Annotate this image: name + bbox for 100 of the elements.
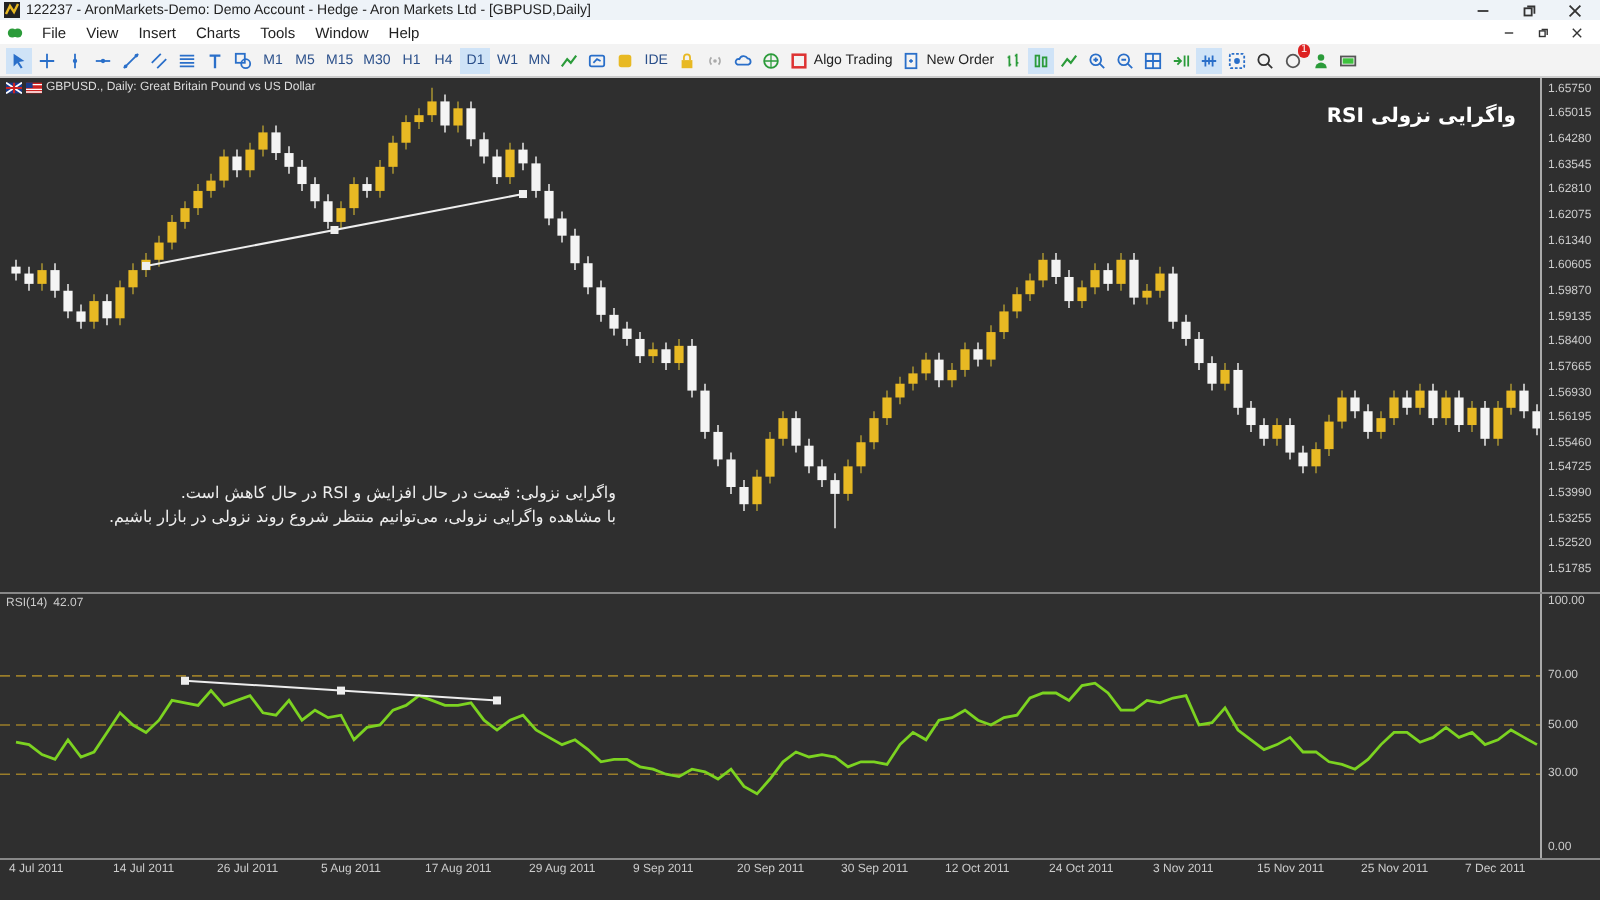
candlestick (1298, 444, 1308, 475)
screenshot-button[interactable] (1224, 47, 1251, 73)
auto-scroll-button[interactable] (1196, 47, 1223, 73)
candlestick (1116, 251, 1126, 292)
candlestick (1337, 389, 1347, 430)
candlestick (778, 410, 788, 447)
candlestick (154, 234, 164, 268)
candlestick (505, 141, 515, 186)
candlestick (648, 341, 658, 365)
candlestick (1272, 417, 1282, 447)
candlestick (11, 258, 21, 282)
candles-button[interactable] (1028, 47, 1055, 73)
candlestick (973, 341, 983, 368)
candlestick (492, 148, 502, 186)
candlestick (1454, 389, 1464, 433)
candlestick (232, 148, 242, 179)
shapes-icon (234, 51, 252, 69)
candlestick (1311, 441, 1321, 475)
close-icon[interactable] (1570, 25, 1584, 39)
candlestick (1415, 382, 1425, 416)
candlestick (63, 282, 73, 320)
grid-icon (1144, 51, 1163, 69)
candlestick (895, 375, 905, 406)
candlestick (1025, 272, 1035, 303)
crosshair-icon (38, 51, 56, 69)
globe-button[interactable] (757, 47, 784, 73)
candlestick (466, 100, 476, 148)
candles-icon (1032, 51, 1051, 69)
candlestick (1467, 399, 1477, 433)
candlestick (50, 262, 60, 299)
candlestick (219, 148, 229, 189)
channel-icon (150, 51, 168, 69)
candlestick (596, 279, 606, 323)
candlestick (934, 351, 944, 389)
candlestick (908, 365, 918, 392)
candlestick (661, 341, 671, 371)
candlestick (921, 351, 931, 382)
candlestick (635, 331, 645, 365)
candlestick (739, 479, 749, 513)
candlestick (1064, 269, 1074, 309)
annotation-text: واگرایی نزولی: قیمت در حال افزایش و RSI در حال کاهش است. (180, 482, 616, 506)
candlestick (128, 262, 138, 296)
candlestick (362, 176, 372, 199)
bar-chart-icon (1004, 51, 1023, 69)
trend-line-button[interactable] (118, 47, 144, 73)
candlestick (1376, 410, 1386, 440)
close-icon[interactable] (1566, 1, 1584, 19)
candlestick (1480, 399, 1490, 447)
trend-line[interactable] (181, 676, 501, 705)
candlestick (1506, 382, 1516, 416)
search-button[interactable] (1252, 47, 1279, 73)
globe-icon (761, 51, 780, 69)
candlestick (1181, 313, 1191, 347)
candlestick (401, 114, 411, 151)
candlestick (1220, 362, 1230, 392)
restore-icon[interactable] (1536, 25, 1550, 39)
candlestick (986, 324, 996, 368)
circle-icon (1284, 51, 1303, 69)
candlestick (1285, 417, 1295, 461)
zoom-in-button[interactable] (1084, 47, 1111, 73)
candlestick (856, 434, 866, 475)
text-tool-icon (206, 51, 224, 69)
candlestick (453, 100, 463, 134)
restore-icon[interactable] (1520, 1, 1538, 19)
candlestick (622, 320, 632, 347)
candlestick (1051, 251, 1061, 285)
trend-line[interactable] (142, 190, 527, 270)
candlestick (531, 155, 541, 199)
candlestick (1233, 362, 1243, 416)
cursor-button[interactable] (6, 47, 32, 73)
candlestick (882, 389, 892, 427)
candlestick (1402, 389, 1412, 416)
candlestick (713, 424, 723, 468)
square-icon (789, 51, 808, 69)
candlestick (24, 265, 34, 292)
candlestick (440, 93, 450, 134)
candlestick (1129, 251, 1139, 306)
shapes-button[interactable] (230, 47, 256, 73)
candlestick (284, 145, 294, 175)
candlestick (180, 200, 190, 230)
candlestick (765, 430, 775, 485)
grid-button[interactable] (1140, 47, 1167, 73)
chart-window-icon[interactable] (6, 23, 24, 41)
candlestick (960, 341, 970, 378)
zoom-out-button[interactable] (1112, 47, 1139, 73)
candlestick (1350, 389, 1360, 420)
channel-button[interactable] (146, 47, 172, 73)
candlestick (89, 293, 99, 330)
person-icon (1312, 51, 1331, 69)
candlestick (1012, 286, 1022, 320)
candlestick (687, 337, 697, 399)
candlestick (414, 107, 424, 130)
candlestick (752, 468, 762, 513)
flag-icon (6, 82, 22, 94)
candlestick (1168, 265, 1178, 330)
annotation-title: واگرایی نزولی RSI (1326, 106, 1516, 128)
zoom-in-icon (1088, 51, 1107, 69)
lock-icon (677, 51, 696, 69)
candlestick (167, 214, 177, 251)
candlestick (869, 410, 879, 451)
